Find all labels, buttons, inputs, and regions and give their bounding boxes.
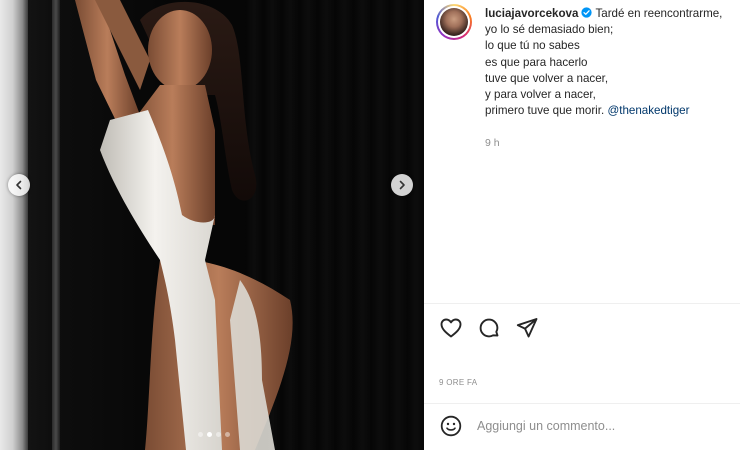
caption-line: Tardé en reencontrarme, [595, 7, 723, 20]
caption-line: yo lo sé demasiado bien; [485, 23, 614, 37]
verified-badge-icon [581, 7, 593, 18]
carousel-dot [225, 432, 230, 437]
carousel-prev-button[interactable] [8, 174, 30, 196]
chevron-right-icon [399, 180, 405, 190]
carousel-next-button[interactable] [391, 174, 413, 196]
comment-bar [439, 414, 697, 438]
post-side-panel: luciajavorcekova Tardé en reencontrarme, … [424, 0, 740, 450]
avatar-image [440, 8, 468, 36]
comment-bubble-icon[interactable] [477, 316, 501, 340]
action-bar [439, 316, 539, 340]
photo-figure [75, 0, 293, 450]
post-caption: luciajavorcekova Tardé en reencontrarme, … [485, 6, 737, 119]
carousel-dot-active [207, 432, 212, 437]
post-media[interactable] [0, 0, 424, 450]
carousel-indicator [198, 432, 230, 437]
caption-line: tuve que volver a nacer, [485, 71, 609, 85]
username-link[interactable]: luciajavorcekova [485, 7, 578, 20]
caption-line: y para volver a nacer, [485, 88, 596, 102]
divider [424, 403, 740, 404]
avatar[interactable] [436, 4, 472, 40]
comment-input[interactable] [477, 419, 697, 433]
carousel-dot [198, 432, 203, 437]
caption-timestamp: 9 h [485, 137, 500, 149]
paper-plane-icon[interactable] [515, 316, 539, 340]
caption-line: lo que tú no sabes [485, 39, 580, 53]
chevron-left-icon [16, 180, 22, 190]
post-time: 9 ORE FA [439, 378, 478, 387]
smiley-icon[interactable] [439, 414, 463, 438]
caption-line: es que para hacerlo [485, 55, 588, 69]
divider [424, 303, 740, 304]
heart-icon[interactable] [439, 316, 463, 340]
carousel-dot [216, 432, 221, 437]
mention-link[interactable]: @thenakedtiger [607, 104, 689, 117]
caption-line: primero tuve que morir. [485, 104, 605, 118]
